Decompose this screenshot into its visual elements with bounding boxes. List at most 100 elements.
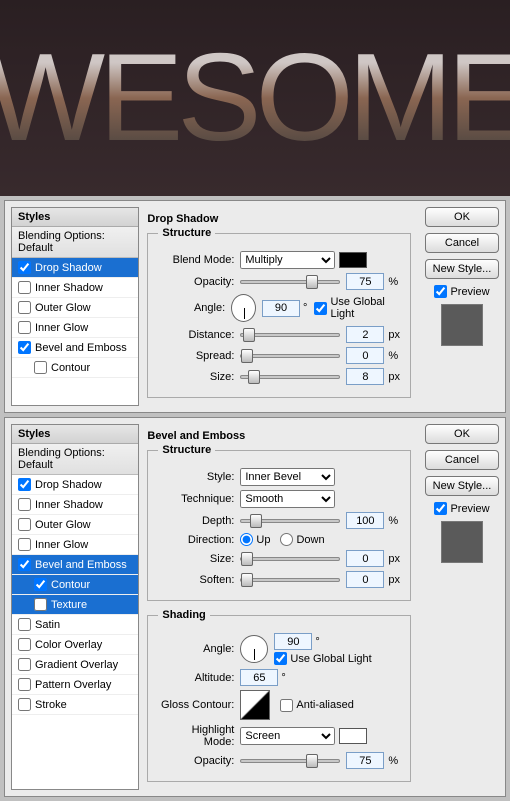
structure-group: Structure Style: Inner Bevel Technique: … — [147, 444, 411, 601]
direction-up-radio[interactable]: Up — [240, 533, 270, 546]
shading-legend: Shading — [158, 609, 209, 621]
style-item-checkbox[interactable] — [18, 678, 31, 691]
style-item[interactable]: Inner Glow — [12, 535, 138, 555]
style-item-checkbox[interactable] — [18, 261, 31, 274]
style-item-checkbox[interactable] — [18, 618, 31, 631]
highlight-color-swatch[interactable] — [339, 728, 367, 744]
gloss-contour-picker[interactable] — [240, 690, 270, 720]
style-select[interactable]: Inner Bevel — [240, 468, 335, 486]
highlight-opacity-slider[interactable] — [240, 759, 340, 763]
highlight-mode-select[interactable]: Screen — [240, 727, 335, 745]
new-style-button[interactable]: New Style... — [425, 259, 499, 279]
technique-select[interactable]: Smooth — [240, 490, 335, 508]
styles-sidebar: Styles Blending Options: Default Drop Sh… — [11, 207, 139, 406]
style-item[interactable]: Pattern Overlay — [12, 675, 138, 695]
structure-legend: Structure — [158, 227, 215, 239]
cancel-button[interactable]: Cancel — [425, 450, 499, 470]
style-item-checkbox[interactable] — [18, 341, 31, 354]
spread-input[interactable] — [346, 347, 384, 364]
size-label: Size: — [158, 371, 234, 383]
use-global-light-checkbox[interactable]: Use Global Light — [314, 296, 400, 320]
style-item[interactable]: Inner Shadow — [12, 278, 138, 298]
style-item-checkbox[interactable] — [34, 578, 47, 591]
style-item-label: Contour — [51, 362, 90, 374]
style-item-checkbox[interactable] — [18, 538, 31, 551]
depth-input[interactable] — [346, 512, 384, 529]
style-item-checkbox[interactable] — [18, 281, 31, 294]
shadow-color-swatch[interactable] — [339, 252, 367, 268]
style-item-checkbox[interactable] — [18, 478, 31, 491]
distance-input[interactable] — [346, 326, 384, 343]
style-item-label: Outer Glow — [35, 302, 91, 314]
anti-aliased-checkbox[interactable]: Anti-aliased — [280, 699, 353, 712]
soften-input[interactable] — [346, 571, 384, 588]
style-item[interactable]: Texture — [12, 595, 138, 615]
style-item[interactable]: Satin — [12, 615, 138, 635]
new-style-button[interactable]: New Style... — [425, 476, 499, 496]
size-input[interactable] — [346, 550, 384, 567]
angle-input[interactable] — [274, 633, 312, 650]
blend-mode-select[interactable]: Multiply — [240, 251, 335, 269]
hero-text: WESOME — [0, 27, 510, 169]
size-slider[interactable] — [240, 375, 340, 379]
style-item[interactable]: Inner Shadow — [12, 495, 138, 515]
depth-slider[interactable] — [240, 519, 340, 523]
style-item-label: Inner Glow — [35, 539, 88, 551]
opacity-slider[interactable] — [240, 280, 340, 284]
preview-checkbox[interactable]: Preview — [434, 502, 489, 515]
angle-input[interactable] — [262, 300, 300, 317]
size-slider[interactable] — [240, 557, 340, 561]
ok-button[interactable]: OK — [425, 424, 499, 444]
style-item-label: Texture — [51, 599, 87, 611]
style-item[interactable]: Outer Glow — [12, 515, 138, 535]
style-item[interactable]: Stroke — [12, 695, 138, 715]
technique-label: Technique: — [158, 493, 234, 505]
altitude-input[interactable] — [240, 669, 278, 686]
style-item-checkbox[interactable] — [18, 301, 31, 314]
ok-button[interactable]: OK — [425, 207, 499, 227]
style-item-checkbox[interactable] — [18, 498, 31, 511]
style-item[interactable]: Bevel and Emboss — [12, 338, 138, 358]
style-item-checkbox[interactable] — [18, 518, 31, 531]
structure-legend: Structure — [158, 444, 215, 456]
cancel-button[interactable]: Cancel — [425, 233, 499, 253]
style-item[interactable]: Bevel and Emboss — [12, 555, 138, 575]
use-global-light-checkbox[interactable]: Use Global Light — [274, 652, 371, 665]
style-item[interactable]: Outer Glow — [12, 298, 138, 318]
spread-label: Spread: — [158, 350, 234, 362]
style-item[interactable]: Drop Shadow — [12, 475, 138, 495]
altitude-unit: ° — [281, 672, 285, 684]
angle-dial[interactable] — [231, 294, 256, 322]
panel-title: Bevel and Emboss — [147, 430, 411, 442]
style-item[interactable]: Inner Glow — [12, 318, 138, 338]
soften-slider[interactable] — [240, 578, 340, 582]
panel-title: Drop Shadow — [147, 213, 411, 225]
style-item-checkbox[interactable] — [34, 598, 47, 611]
distance-label: Distance: — [158, 329, 234, 341]
style-item-label: Gradient Overlay — [35, 659, 118, 671]
direction-down-radio[interactable]: Down — [280, 533, 324, 546]
style-item[interactable]: Contour — [12, 358, 138, 378]
size-input[interactable] — [346, 368, 384, 385]
style-item-checkbox[interactable] — [18, 698, 31, 711]
preview-checkbox[interactable]: Preview — [434, 285, 489, 298]
opacity-input[interactable] — [346, 273, 384, 290]
style-item[interactable]: Color Overlay — [12, 635, 138, 655]
distance-slider[interactable] — [240, 333, 340, 337]
spread-slider[interactable] — [240, 354, 340, 358]
highlight-opacity-label: Opacity: — [158, 755, 234, 767]
highlight-opacity-input[interactable] — [346, 752, 384, 769]
angle-dial[interactable] — [240, 635, 268, 663]
style-item[interactable]: Contour — [12, 575, 138, 595]
style-item[interactable]: Drop Shadow — [12, 258, 138, 278]
style-item-checkbox[interactable] — [18, 658, 31, 671]
style-item-checkbox[interactable] — [18, 638, 31, 651]
blending-options-row[interactable]: Blending Options: Default — [12, 227, 138, 258]
gloss-contour-label: Gloss Contour: — [158, 699, 234, 711]
style-item-checkbox[interactable] — [18, 558, 31, 571]
style-item-checkbox[interactable] — [34, 361, 47, 374]
style-item-checkbox[interactable] — [18, 321, 31, 334]
blending-options-row[interactable]: Blending Options: Default — [12, 444, 138, 475]
direction-label: Direction: — [158, 534, 234, 546]
style-item[interactable]: Gradient Overlay — [12, 655, 138, 675]
